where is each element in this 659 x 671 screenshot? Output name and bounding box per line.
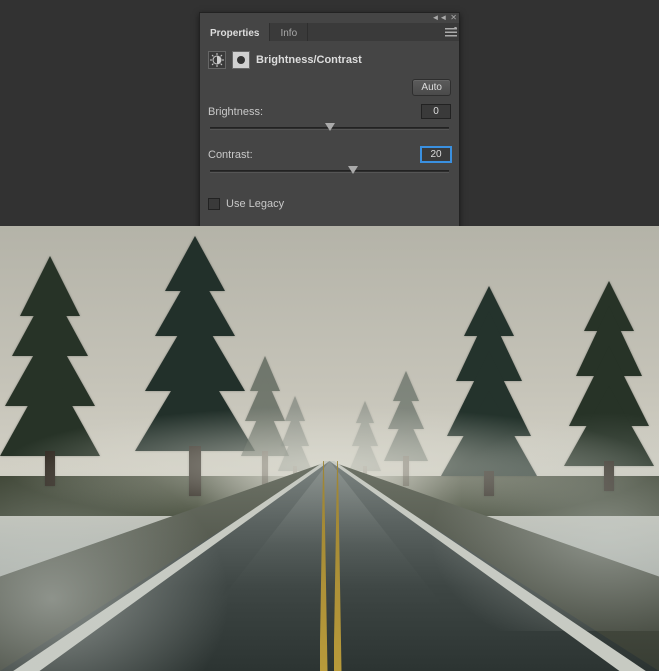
close-icon[interactable]: ✕: [450, 14, 457, 22]
brightness-slider[interactable]: [210, 123, 449, 135]
adjustment-header: Brightness/Contrast: [208, 47, 451, 77]
panel-tabs: Properties Info: [200, 23, 459, 41]
auto-button[interactable]: Auto: [412, 79, 451, 96]
brightness-row: Brightness:: [208, 102, 451, 145]
use-legacy-label: Use Legacy: [226, 198, 284, 210]
brightness-contrast-icon[interactable]: [208, 51, 226, 69]
properties-panel: ◄◄ ✕ Properties Info: [199, 12, 460, 261]
canvas-image: [0, 226, 659, 671]
brightness-label: Brightness:: [208, 106, 263, 118]
collapse-icon[interactable]: ◄◄: [431, 14, 447, 22]
use-legacy-row: Use Legacy: [208, 188, 451, 228]
adjustment-title: Brightness/Contrast: [256, 54, 362, 66]
tab-info[interactable]: Info: [270, 23, 308, 41]
panel-body: Brightness/Contrast Auto Brightness: Con…: [200, 41, 459, 232]
layer-mask-icon[interactable]: [232, 51, 250, 69]
contrast-row: Contrast:: [208, 145, 451, 188]
contrast-label: Contrast:: [208, 149, 253, 161]
brightness-input[interactable]: [421, 104, 451, 119]
contrast-input[interactable]: [421, 147, 451, 162]
panel-titlebar: ◄◄ ✕: [200, 13, 459, 23]
contrast-slider[interactable]: [210, 166, 449, 178]
panel-menu-icon[interactable]: [443, 23, 459, 41]
use-legacy-checkbox[interactable]: [208, 198, 220, 210]
tab-properties[interactable]: Properties: [200, 23, 270, 41]
